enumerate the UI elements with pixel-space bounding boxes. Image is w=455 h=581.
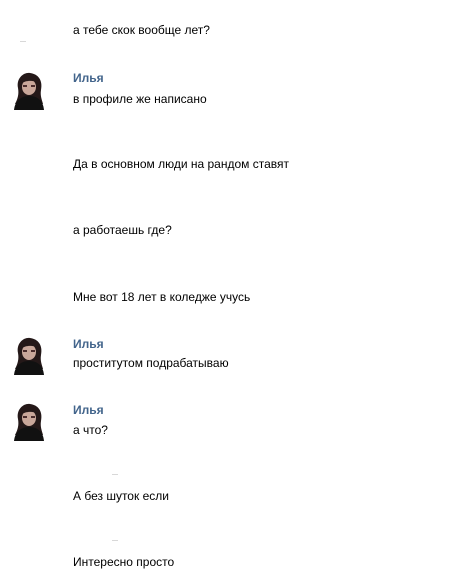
message-text: Мне вот 18 лет в коледже учусь — [73, 290, 251, 304]
author-name-link[interactable]: Илья — [73, 403, 104, 417]
message-text: а что? — [73, 423, 108, 437]
user-avatar-icon[interactable] — [10, 70, 48, 110]
image-artifact — [112, 474, 118, 475]
chat-history: а тебе скок вообще лет? Илья в профиле ж… — [0, 0, 455, 581]
message-text: а тебе скок вообще лет? — [73, 23, 210, 37]
message-text: в профиле же написано — [73, 92, 207, 106]
user-avatar-icon[interactable] — [10, 335, 48, 375]
message-text: проститутом подрабатываю — [73, 356, 229, 370]
message-text: а работаешь где? — [73, 223, 172, 237]
image-artifact — [112, 540, 118, 541]
author-name-link[interactable]: Илья — [73, 71, 104, 85]
message-text: Интересно просто — [73, 555, 175, 569]
user-avatar-icon[interactable] — [10, 401, 48, 441]
message-text: А без шуток если — [73, 489, 169, 503]
message-text: Да в основном люди на рандом ставят — [73, 157, 289, 171]
author-name-link[interactable]: Илья — [73, 337, 104, 351]
image-artifact — [20, 41, 26, 42]
